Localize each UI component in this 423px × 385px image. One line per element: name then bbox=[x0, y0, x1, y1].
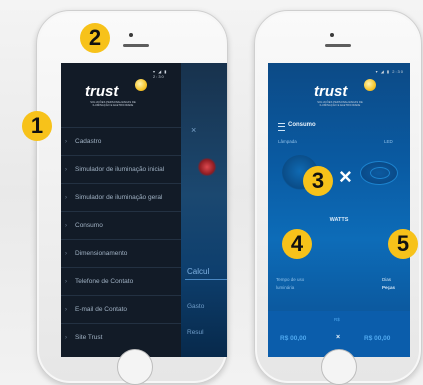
screen-right: ▾ ◢ ▮ 2:30 trust SOLUÇÕES PERSONALIZADAS… bbox=[268, 63, 410, 357]
led-label: LED bbox=[384, 139, 393, 144]
multiply-icon: × bbox=[336, 334, 341, 341]
chevron-right-icon: › bbox=[65, 222, 67, 229]
menu-item-dimensionamento[interactable]: › Dimensionamento bbox=[61, 239, 181, 267]
home-button[interactable] bbox=[321, 349, 357, 385]
chevron-right-icon: › bbox=[65, 278, 67, 285]
menu-item-simulador-geral[interactable]: › Simulador de iluminação geral bbox=[61, 183, 181, 211]
hamburger-menu-icon[interactable] bbox=[278, 123, 285, 131]
status-bar: ▾ ◢ ▮ 2:30 bbox=[375, 69, 404, 74]
chevron-right-icon: › bbox=[65, 334, 67, 341]
badge-4: 4 bbox=[282, 229, 312, 259]
result-currency-label: R$ bbox=[334, 317, 340, 322]
chevron-right-icon: › bbox=[65, 166, 67, 173]
lamp-label: Lâmpada bbox=[278, 139, 297, 144]
speaker bbox=[325, 44, 351, 47]
menu-item-simulador-inicial[interactable]: › Simulador de iluminação inicial bbox=[61, 155, 181, 183]
logo: trust bbox=[85, 83, 119, 100]
speaker bbox=[123, 44, 149, 47]
logo: trust bbox=[314, 83, 348, 100]
badge-1: 1 bbox=[22, 111, 52, 141]
menu-item-label: Site Trust bbox=[75, 334, 103, 341]
menu-item-label: Cadastro bbox=[75, 138, 102, 145]
menu-item-site[interactable]: › Site Trust bbox=[61, 323, 181, 351]
chevron-right-icon: › bbox=[65, 306, 67, 313]
home-button[interactable] bbox=[117, 349, 153, 385]
price-right: R$ 00,00 bbox=[364, 335, 391, 342]
divider bbox=[185, 279, 227, 280]
price-left: R$ 00,00 bbox=[280, 335, 307, 342]
chevron-right-icon: › bbox=[65, 250, 67, 257]
menu-item-consumo[interactable]: › Consumo bbox=[61, 211, 181, 239]
menu-item-label: Simulador de iluminação geral bbox=[75, 194, 163, 201]
usage-time-sublabel: luminária bbox=[276, 285, 295, 290]
usage-time-label: Tempo de uso bbox=[276, 277, 305, 282]
sun-icon bbox=[364, 79, 376, 91]
navigation-drawer: ▾ ◢ ▮ 2:30 trust SOLUÇÕES PERSONALIZADAS… bbox=[61, 63, 181, 357]
logo-tagline-line2: ILUMINAÇÃO E ELETRICIDADE bbox=[319, 104, 361, 107]
days-label: Dias bbox=[382, 277, 392, 282]
close-icon: × bbox=[191, 125, 197, 135]
camera bbox=[129, 33, 133, 37]
app-behind-drawer: × Calcul Gasto Resul bbox=[181, 63, 227, 357]
chevron-right-icon: › bbox=[65, 194, 67, 201]
badge-3: 3 bbox=[303, 166, 333, 196]
logo-tagline: SOLUÇÕES PERSONALIZADAS DE ILUMINAÇÃO E … bbox=[308, 101, 372, 107]
menu-item-label: Dimensionamento bbox=[75, 250, 128, 257]
camera bbox=[330, 33, 334, 37]
menu-item-label: E-mail de Contato bbox=[75, 306, 128, 313]
screen-left: ▾ ◢ ▮ 2:30 trust SOLUÇÕES PERSONALIZADAS… bbox=[61, 63, 227, 357]
behind-calc-label: Calcul bbox=[187, 267, 210, 276]
chevron-right-icon: › bbox=[65, 138, 67, 145]
behind-gasto-label: Gasto bbox=[187, 303, 205, 310]
top-bar: Consumo bbox=[268, 121, 410, 133]
menu-item-label: Telefone de Contato bbox=[75, 278, 134, 285]
menu-item-telefone[interactable]: › Telefone de Contato bbox=[61, 267, 181, 295]
ceiling-lamp-icon[interactable] bbox=[360, 161, 398, 185]
phone-right: ▾ ◢ ▮ 2:30 trust SOLUÇÕES PERSONALIZADAS… bbox=[254, 10, 422, 385]
watts-label: WATTS bbox=[329, 217, 349, 223]
logo-tagline-line2: ILUMINAÇÃO E ELETRICIDADE bbox=[92, 104, 134, 107]
phone-left: ▾ ◢ ▮ 2:30 trust SOLUÇÕES PERSONALIZADAS… bbox=[36, 10, 228, 385]
status-bar: ▾ ◢ ▮ 2:30 bbox=[153, 69, 168, 79]
pieces-label: Peças bbox=[382, 285, 396, 290]
logo-tagline: SOLUÇÕES PERSONALIZADAS DE ILUMINAÇÃO E … bbox=[81, 101, 145, 107]
page-title: Consumo bbox=[288, 122, 316, 128]
menu-item-email[interactable]: › E-mail de Contato bbox=[61, 295, 181, 323]
menu-item-label: Consumo bbox=[75, 222, 103, 229]
badge-5: 5 bbox=[388, 229, 418, 259]
multiply-icon: × bbox=[339, 164, 352, 189]
lamp-image bbox=[197, 158, 217, 176]
menu-item-label: Simulador de iluminação inicial bbox=[75, 166, 165, 173]
badge-2: 2 bbox=[80, 23, 110, 53]
menu-item-cadastro[interactable]: › Cadastro bbox=[61, 127, 181, 155]
behind-result-label: Resul bbox=[187, 329, 204, 336]
sun-icon bbox=[135, 79, 147, 91]
